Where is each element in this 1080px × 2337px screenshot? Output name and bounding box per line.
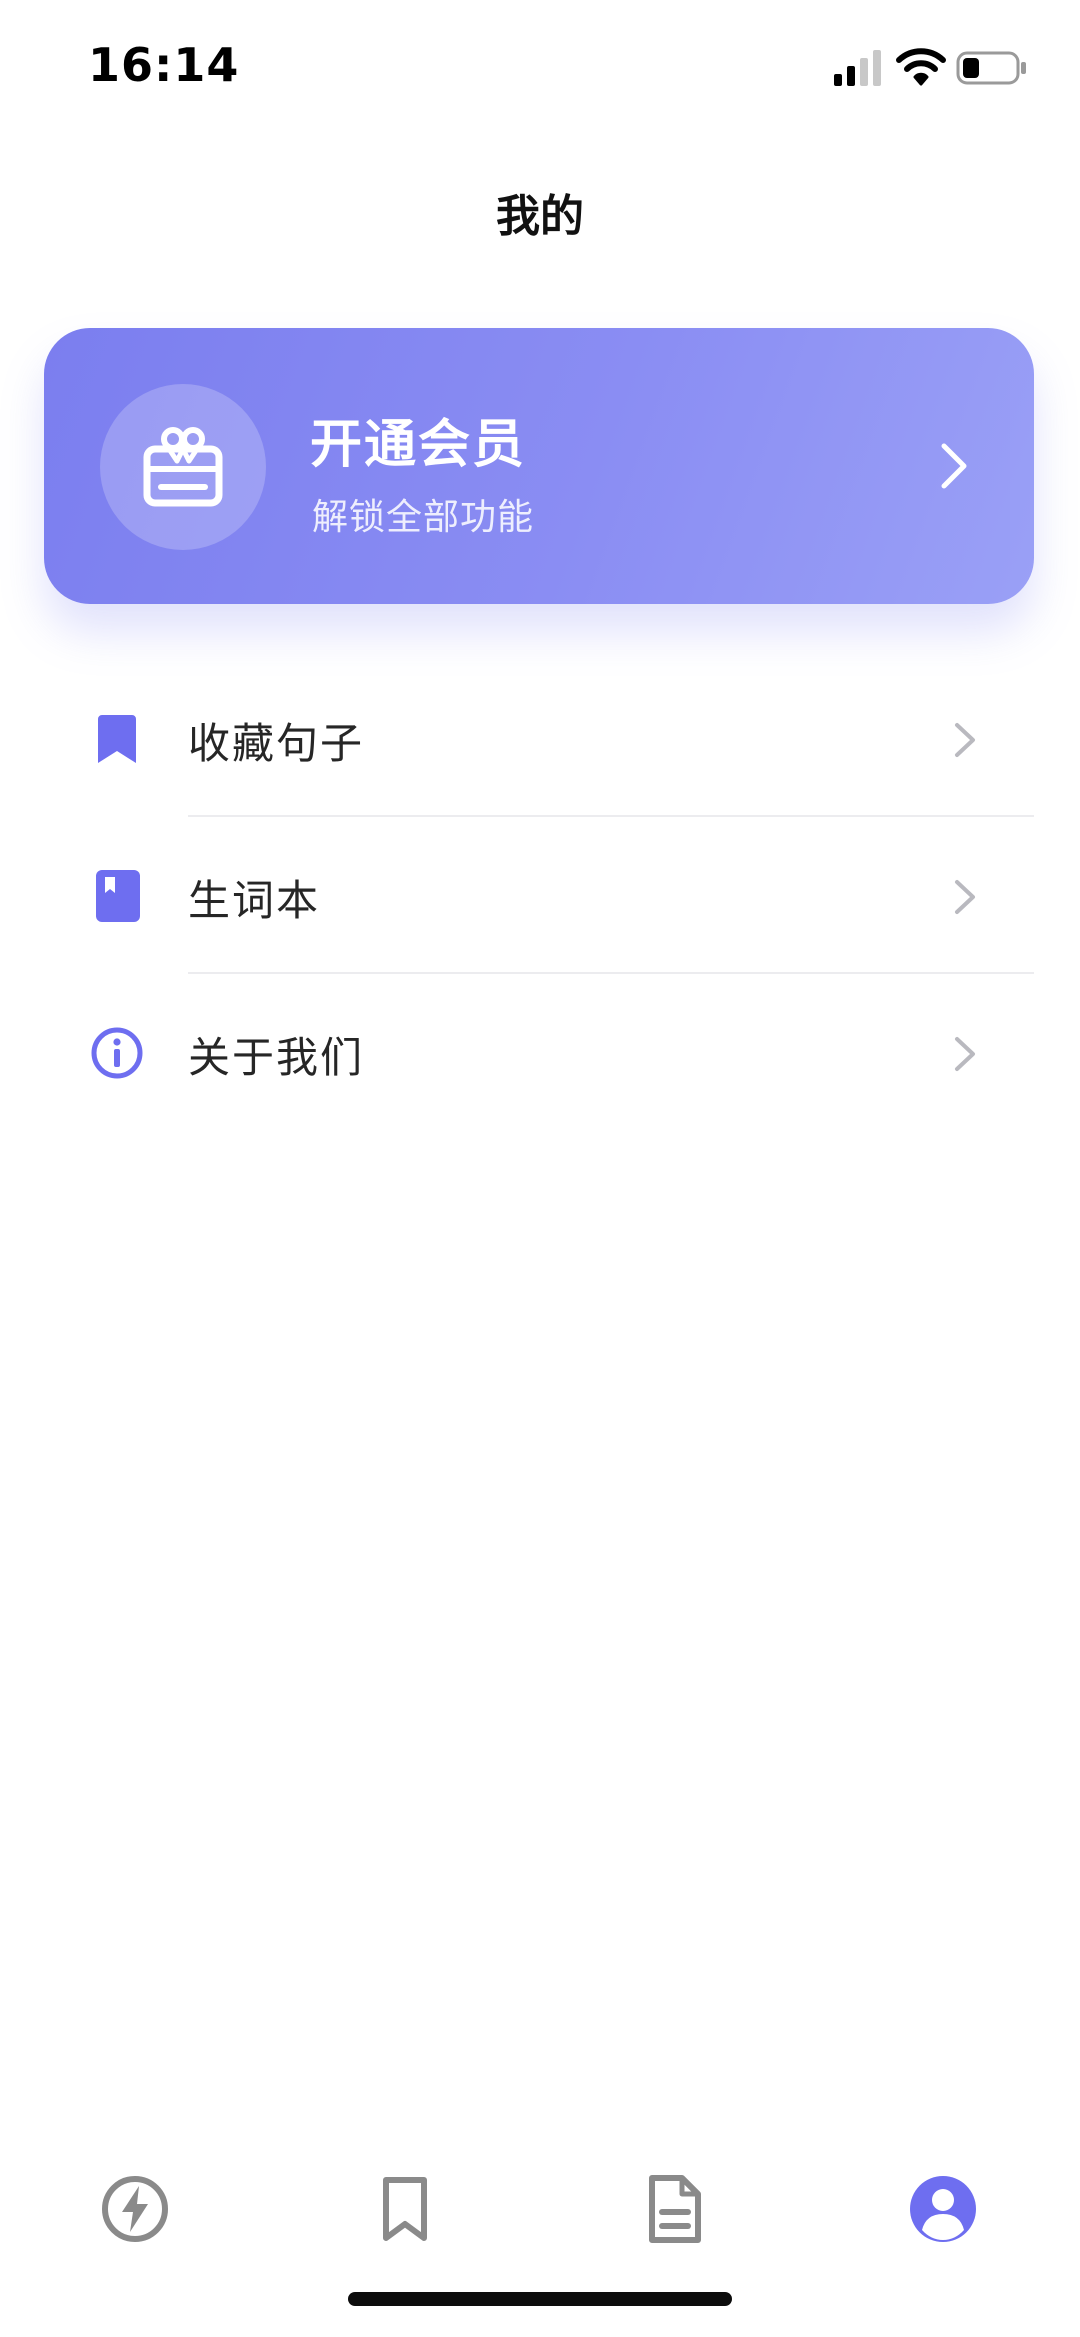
- menu-list: 收藏句子 生词本 关于我们: [0, 660, 1080, 1131]
- tab-bar: [0, 2160, 1080, 2260]
- bookmark-icon: [98, 715, 136, 763]
- tab-profile[interactable]: [906, 2172, 980, 2246]
- menu-item-favorite-sentences[interactable]: 收藏句子: [0, 660, 1080, 817]
- menu-item-label: 关于我们: [188, 1033, 365, 1082]
- status-bar: 16:14: [0, 0, 1080, 132]
- bookmark-outline-icon: [383, 2177, 427, 2241]
- chevron-right-icon: [955, 880, 975, 914]
- menu-item-label: 收藏句子: [188, 719, 365, 768]
- gift-card-icon: [143, 427, 223, 507]
- chevron-right-icon: [955, 1037, 975, 1071]
- tab-favorites[interactable]: [368, 2172, 442, 2246]
- membership-card[interactable]: 开通会员 解锁全部功能: [44, 328, 1034, 604]
- member-subtitle: 解锁全部功能: [312, 497, 535, 538]
- menu-item-vocabulary-book[interactable]: 生词本: [0, 817, 1080, 974]
- chevron-right-icon: [955, 723, 975, 757]
- cellular-signal-icon: [834, 50, 881, 86]
- member-title: 开通会员: [310, 415, 527, 475]
- battery-icon: [956, 51, 1026, 85]
- page-title: 我的: [496, 191, 584, 242]
- member-badge: [100, 384, 266, 550]
- tab-documents[interactable]: [638, 2172, 712, 2246]
- profile-icon: [910, 2176, 976, 2242]
- document-icon: [649, 2175, 701, 2243]
- chevron-right-icon: [941, 443, 967, 489]
- menu-item-label: 生词本: [188, 876, 321, 925]
- info-icon: [91, 1027, 143, 1079]
- menu-item-about-us[interactable]: 关于我们: [0, 974, 1080, 1131]
- home-indicator: [348, 2292, 732, 2306]
- status-time: 16:14: [88, 38, 240, 92]
- lightning-icon: [102, 2176, 168, 2242]
- tab-discover[interactable]: [98, 2172, 172, 2246]
- notebook-icon: [96, 870, 140, 922]
- wifi-icon: [896, 48, 946, 86]
